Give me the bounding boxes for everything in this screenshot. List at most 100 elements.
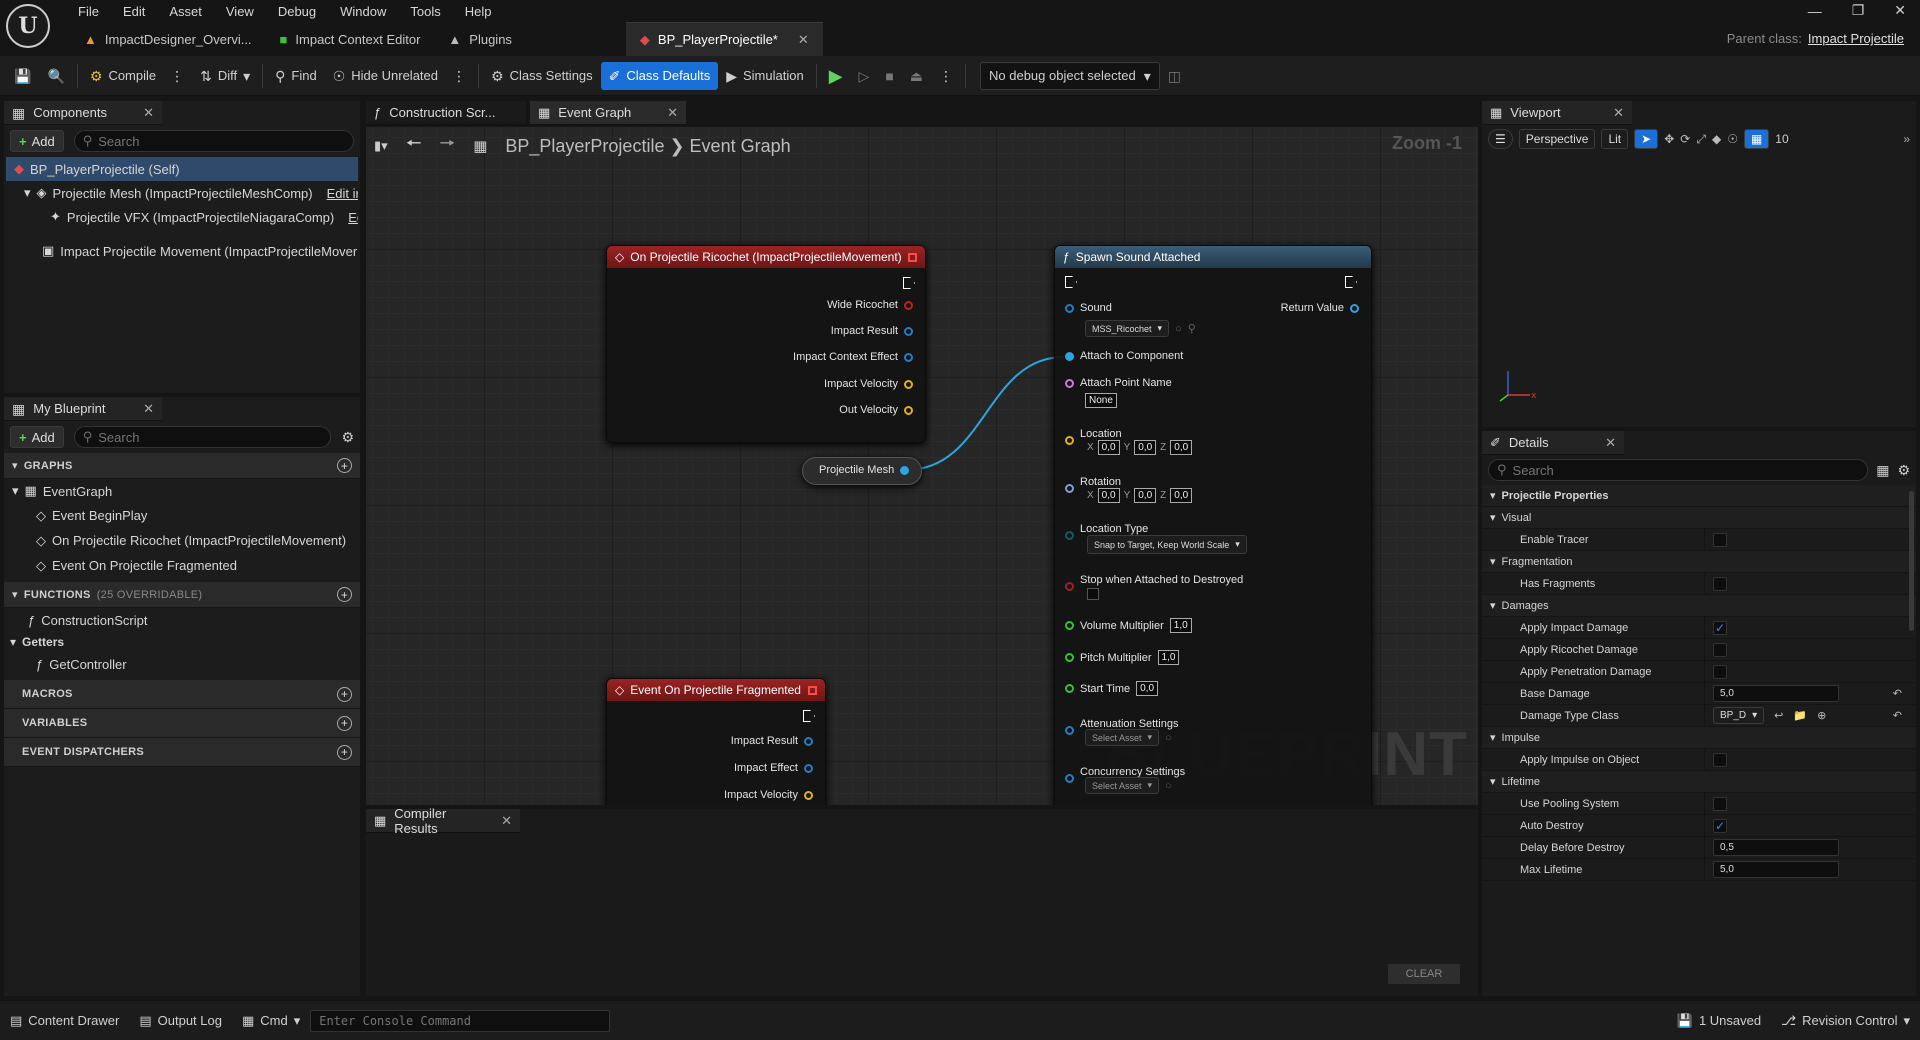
attenuation-asset-select[interactable]: Select Asset ▾ ○ bbox=[1085, 729, 1172, 746]
grid-snap-value[interactable]: 10 bbox=[1775, 132, 1788, 146]
add-member-button[interactable]: + Add bbox=[10, 426, 64, 448]
tab-details[interactable]: ✐ Details ✕ bbox=[1482, 431, 1624, 455]
diff-button[interactable]: ⇅ Diff ▾ bbox=[192, 62, 258, 90]
step-button[interactable]: ▷ bbox=[851, 62, 878, 90]
functions-section[interactable]: ▾ FUNCTIONS (25 OVERRIDABLE) + bbox=[4, 582, 360, 608]
play-options-button[interactable]: ⋮ bbox=[931, 62, 961, 90]
play-button[interactable]: ▶ bbox=[821, 62, 851, 90]
attach-point-value[interactable]: None bbox=[1085, 393, 1117, 408]
compile-button[interactable]: ⚙ Compile ⋮ bbox=[82, 62, 192, 90]
close-icon[interactable]: ✕ bbox=[501, 813, 512, 829]
pin-impact-context-effect[interactable]: Impact Context Effect bbox=[793, 351, 913, 363]
delegate-pin-icon[interactable] bbox=[908, 252, 917, 262]
table-view-icon[interactable]: ▦ bbox=[1876, 463, 1889, 477]
edit-link[interactable]: Edit ir bbox=[327, 186, 358, 201]
close-icon[interactable]: ✕ bbox=[143, 105, 154, 121]
console-command[interactable] bbox=[310, 1009, 611, 1032]
browse-asset-icon[interactable]: ○ bbox=[1175, 323, 1182, 335]
settings-gear-icon[interactable]: ⚙ bbox=[341, 430, 354, 444]
doc-tab-0[interactable]: ▲ ImpactDesigner_Overvi... bbox=[70, 22, 266, 56]
doc-tab-2[interactable]: ▲ Plugins bbox=[434, 22, 526, 56]
close-icon[interactable]: ✕ bbox=[143, 401, 154, 417]
details-category-visual[interactable]: ▾ Visual bbox=[1482, 507, 1916, 529]
hide-unrelated-button[interactable]: ☉ Hide Unrelated ⋮ bbox=[325, 62, 474, 90]
close-icon[interactable]: ✕ bbox=[798, 32, 809, 48]
surface-snap-icon[interactable]: ◆ bbox=[1712, 132, 1721, 146]
tab-event-graph[interactable]: ▦ Event Graph ✕ bbox=[530, 101, 686, 125]
pin-impact-effect[interactable]: Impact Effect bbox=[734, 762, 813, 774]
simulation-button[interactable]: ▶ Simulation bbox=[718, 62, 811, 90]
browse-asset-icon[interactable]: ○ bbox=[1165, 732, 1172, 744]
pitch-value-box[interactable]: 1,0 bbox=[1157, 650, 1180, 665]
pin-impact-velocity[interactable]: Impact Velocity bbox=[824, 378, 913, 390]
menu-item-tools[interactable]: Tools bbox=[398, 1, 452, 22]
scale-icon[interactable]: ⤢ bbox=[1696, 132, 1706, 147]
translate-icon[interactable]: ✥ bbox=[1664, 132, 1674, 146]
property-checkbox[interactable] bbox=[1713, 642, 1727, 657]
property-checkbox[interactable]: ✓ bbox=[1713, 620, 1727, 635]
save-button[interactable]: 💾 bbox=[6, 62, 39, 90]
expand-icon[interactable]: » bbox=[1903, 132, 1910, 146]
pin-volume-multiplier[interactable]: Volume Multiplier 1,0 bbox=[1065, 618, 1192, 633]
name-value-box[interactable]: None bbox=[1085, 393, 1117, 408]
exec-out-pin[interactable] bbox=[803, 710, 815, 722]
console-command-input[interactable] bbox=[319, 1013, 602, 1028]
revision-control-button[interactable]: ⎇ Revision Control ▾ bbox=[1771, 1001, 1920, 1040]
minimize-icon[interactable]: — bbox=[1808, 3, 1822, 19]
components-search-input[interactable] bbox=[98, 133, 345, 149]
rotation-x[interactable]: 0,0 bbox=[1097, 488, 1120, 503]
menu-item-asset[interactable]: Asset bbox=[157, 1, 214, 22]
rotation-z[interactable]: 0,0 bbox=[1170, 488, 1193, 503]
property-checkbox[interactable] bbox=[1713, 532, 1727, 547]
components-search[interactable]: ⚲ bbox=[73, 130, 354, 152]
delegate-pin-icon[interactable] bbox=[808, 685, 817, 695]
details-scrollbar[interactable] bbox=[1909, 491, 1914, 631]
component-self[interactable]: ◆ BP_PlayerProjectile (Self) bbox=[6, 157, 358, 181]
edit-link[interactable]: Edi bbox=[348, 210, 358, 225]
stop-when-checkbox[interactable] bbox=[1087, 588, 1099, 600]
select-mode-icon[interactable]: ➤ bbox=[1634, 129, 1659, 149]
close-icon[interactable]: ✕ bbox=[667, 105, 678, 121]
doc-tab-3[interactable]: ◆ BP_PlayerProjectile* ✕ bbox=[625, 22, 823, 56]
reset-to-default-icon[interactable]: ↶ bbox=[1893, 709, 1902, 722]
graph-item-fragmented[interactable]: ◇ Event On Projectile Fragmented bbox=[4, 553, 360, 578]
perspective-button[interactable]: Perspective bbox=[1518, 129, 1596, 149]
projectile-mesh-getter-node[interactable]: Projectile Mesh bbox=[802, 457, 922, 485]
component-projectile-vfx[interactable]: ✦ Projectile VFX (ImpactProjectileNiagara… bbox=[6, 205, 358, 229]
property-checkbox[interactable] bbox=[1713, 752, 1727, 767]
add-function-icon[interactable]: + bbox=[337, 587, 352, 602]
details-root-category[interactable]: ▾ Projectile Properties bbox=[1482, 485, 1916, 507]
rotation-y[interactable]: 0,0 bbox=[1134, 488, 1157, 503]
pin-projectile-mesh[interactable]: Projectile Mesh bbox=[819, 464, 910, 476]
pin-return-value[interactable]: Return Value bbox=[1281, 302, 1359, 314]
cmd-select[interactable]: ▦ Cmd ▾ bbox=[232, 1001, 310, 1040]
menu-item-view[interactable]: View bbox=[214, 1, 266, 22]
menu-item-edit[interactable]: Edit bbox=[111, 1, 157, 22]
reset-to-default-icon[interactable]: ↶ bbox=[1893, 687, 1902, 700]
pin-impact-result[interactable]: Impact Result bbox=[831, 325, 913, 337]
graph-item-eventgraph[interactable]: ▾ ▦ EventGraph bbox=[4, 479, 360, 503]
search-icon[interactable]: ⚲ bbox=[1188, 322, 1196, 335]
add-macro-icon[interactable]: + bbox=[337, 686, 352, 702]
details-category-fragmentation[interactable]: ▾ Fragmentation bbox=[1482, 551, 1916, 573]
menu-item-window[interactable]: Window bbox=[328, 1, 398, 22]
pin-attach-to-component[interactable]: Attach to Component bbox=[1065, 350, 1183, 362]
component-projectile-movement[interactable]: ▣ Impact Projectile Movement (ImpactProje… bbox=[6, 239, 358, 263]
eject-button[interactable]: ⏏ bbox=[902, 62, 931, 90]
details-search[interactable]: ⚲ bbox=[1488, 459, 1869, 481]
parent-class-link[interactable]: Impact Projectile bbox=[1808, 31, 1904, 46]
tab-construction-script[interactable]: ƒ Construction Scr... bbox=[366, 101, 526, 125]
world-local-icon[interactable]: ☉ bbox=[1727, 132, 1738, 146]
content-drawer-button[interactable]: ▤ Content Drawer bbox=[0, 1001, 129, 1040]
sound-asset-select[interactable]: MSS_Ricochet ▾ ○ ⚲ bbox=[1085, 320, 1196, 337]
pin-pitch-multiplier[interactable]: Pitch Multiplier 1,0 bbox=[1065, 650, 1180, 665]
class-settings-button[interactable]: ⚙ Class Settings bbox=[483, 62, 601, 90]
close-window-icon[interactable]: ✕ bbox=[1894, 2, 1906, 19]
find-button[interactable]: ⚲ Find bbox=[267, 62, 325, 90]
clear-button[interactable]: CLEAR bbox=[1388, 964, 1460, 984]
dispatchers-section[interactable]: EVENT DISPATCHERS + bbox=[4, 738, 360, 767]
graph-item-beginplay[interactable]: ◇ Event BeginPlay bbox=[4, 503, 360, 528]
property-number-input[interactable]: 5,0 bbox=[1713, 861, 1839, 878]
more-options-icon[interactable]: ⋮ bbox=[452, 69, 466, 83]
getters-category[interactable]: ▾ Getters bbox=[4, 632, 360, 652]
